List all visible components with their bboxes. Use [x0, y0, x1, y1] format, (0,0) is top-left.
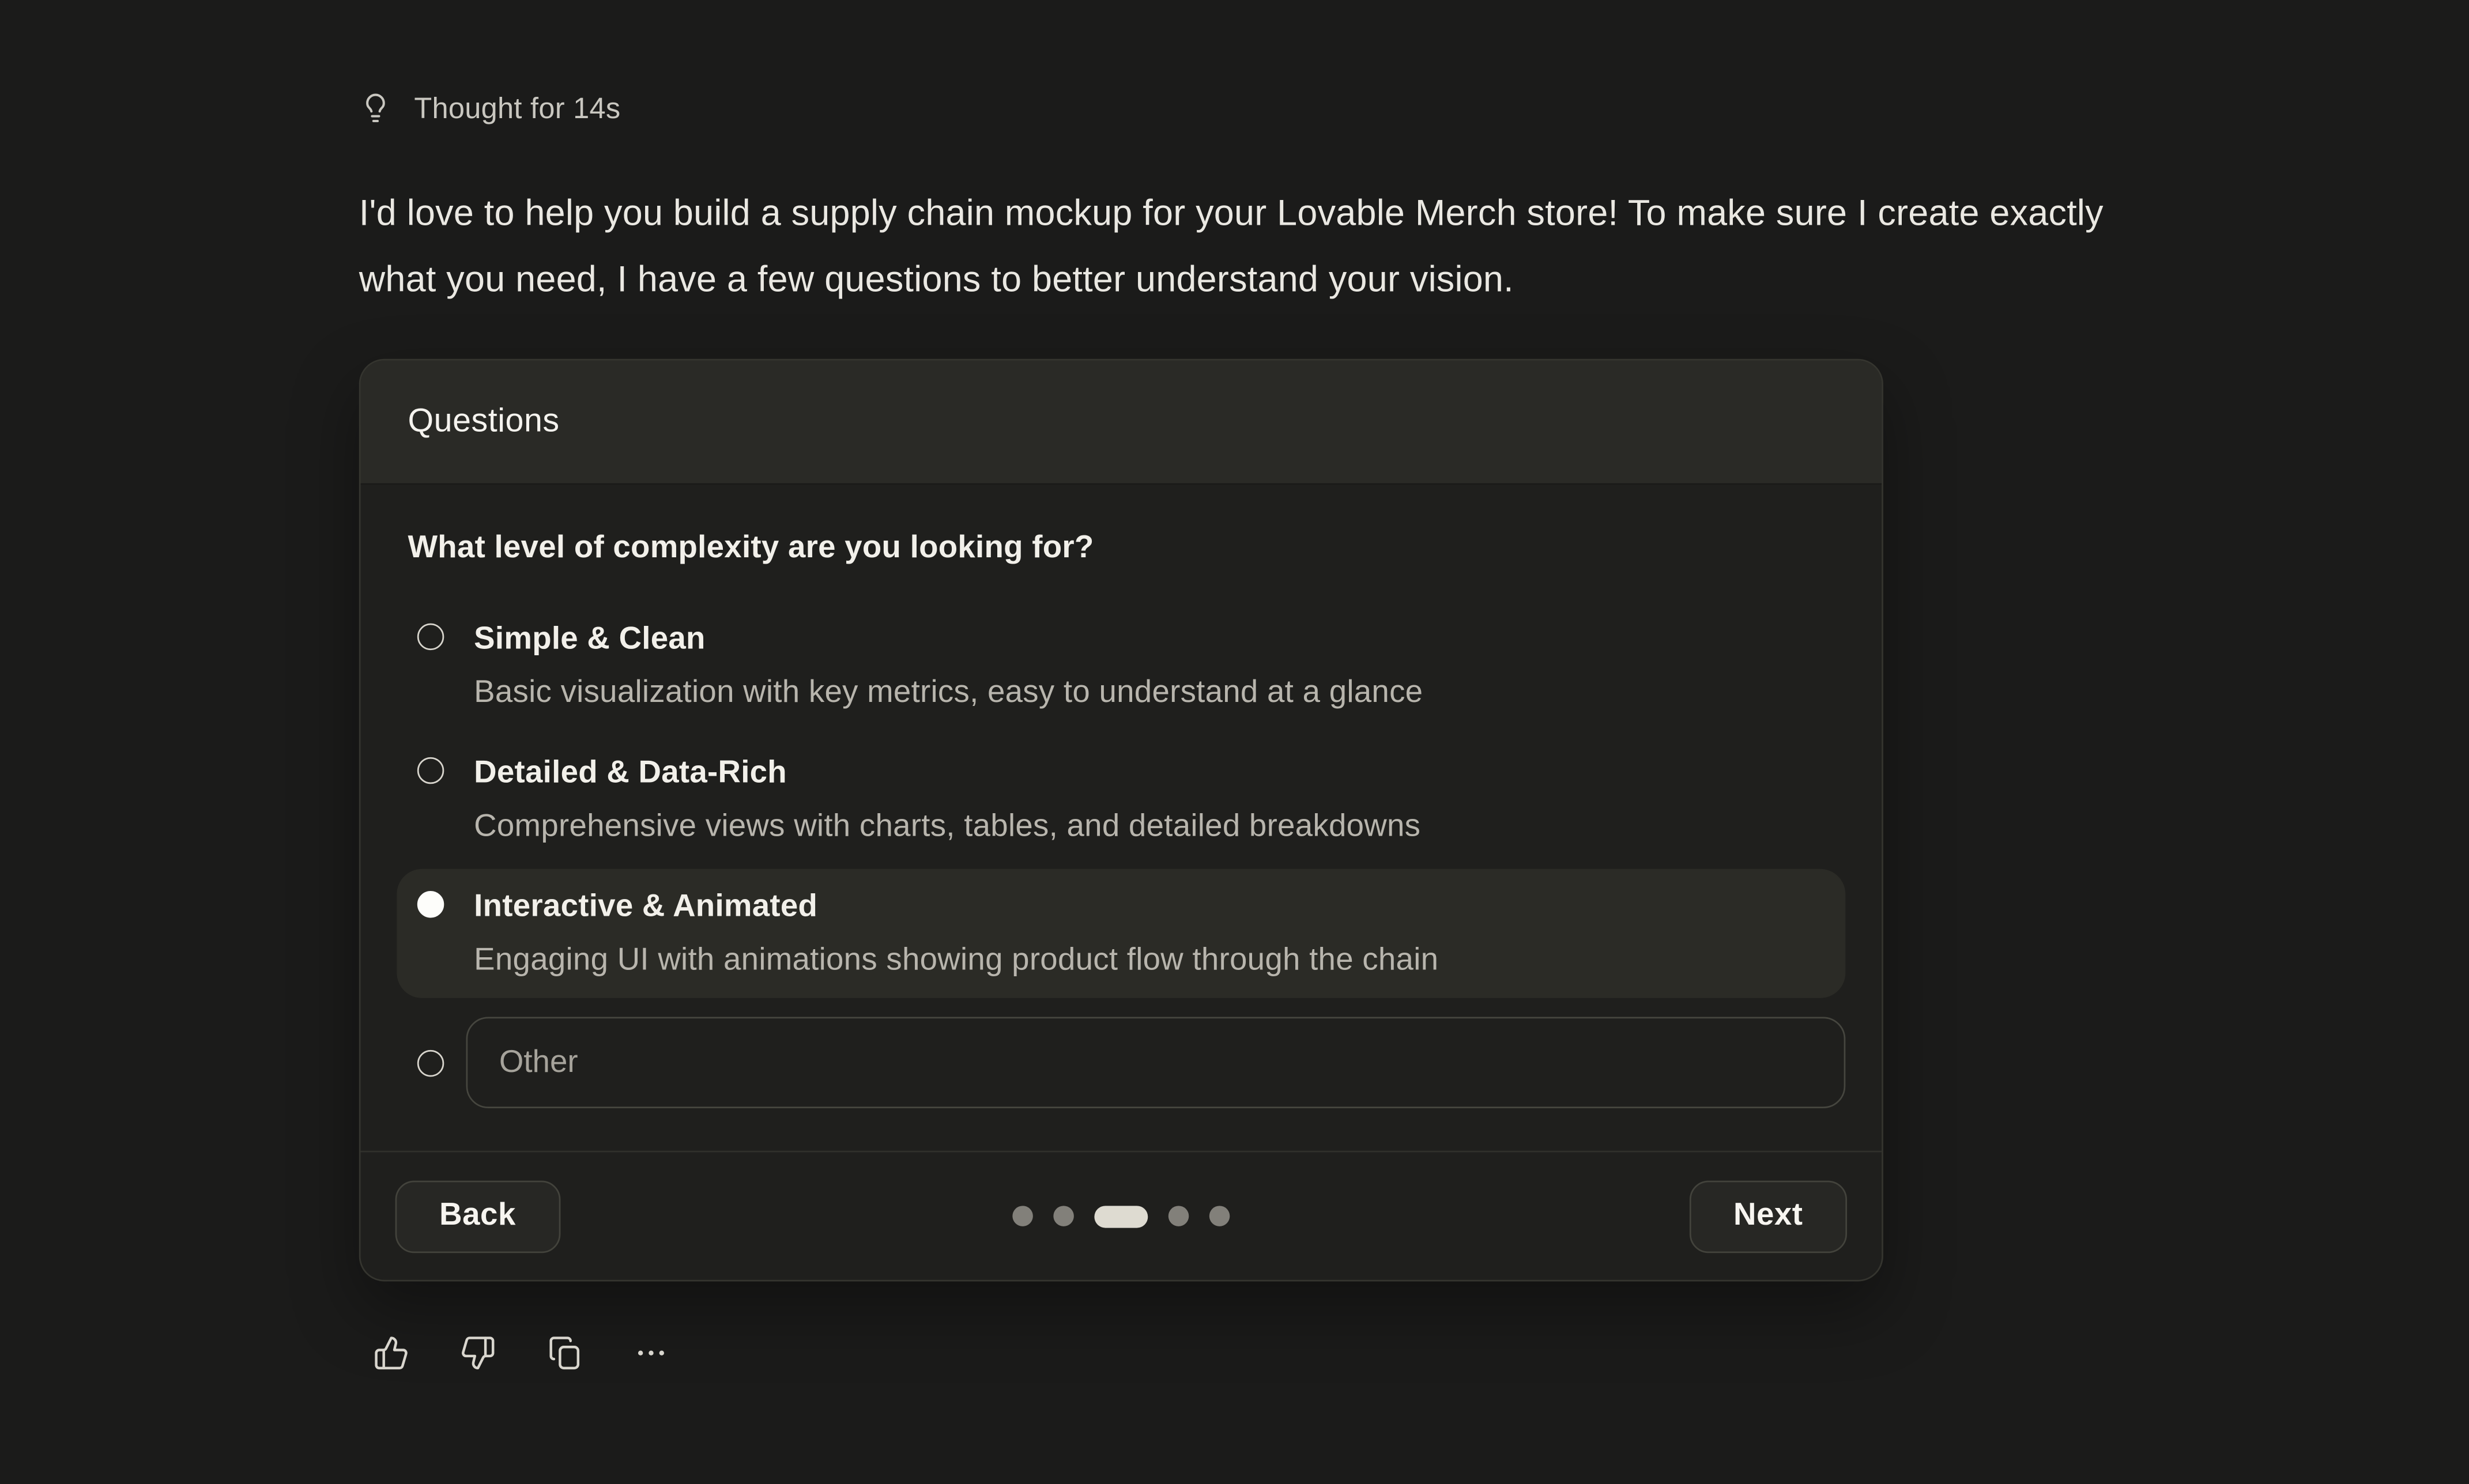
assistant-message: Thought for 14s I'd love to help you bui… [359, 82, 2217, 1371]
option-description: Comprehensive views with charts, tables,… [474, 800, 1420, 854]
assistant-paragraph: I'd love to help you build a supply chai… [359, 179, 2186, 311]
more-options-icon [633, 1335, 669, 1371]
copy-button[interactable] [546, 1335, 583, 1371]
option-label: Simple & Clean [474, 613, 1423, 666]
thumbs-down-button[interactable] [460, 1335, 496, 1371]
options-list: Simple & Clean Basic visualization with … [408, 601, 1834, 1108]
next-button[interactable]: Next [1689, 1180, 1847, 1252]
option-simple-clean[interactable]: Simple & Clean Basic visualization with … [397, 601, 1845, 730]
thumbs-up-button[interactable] [373, 1335, 409, 1371]
questions-card: Questions What level of complexity are y… [359, 359, 1883, 1282]
radio-checked-icon[interactable] [417, 891, 444, 917]
back-button[interactable]: Back [395, 1180, 560, 1252]
chat-message-area: Thought for 14s I'd love to help you bui… [0, 0, 2469, 1484]
questions-card-body: What level of complexity are you looking… [361, 485, 1882, 1150]
questions-card-footer: Back Next [361, 1151, 1882, 1280]
progress-dot [1012, 1206, 1033, 1226]
more-options-button[interactable] [633, 1335, 669, 1371]
progress-dot [1053, 1206, 1074, 1226]
thumbs-up-icon [373, 1335, 409, 1371]
other-input[interactable] [466, 1017, 1846, 1108]
copy-icon [546, 1335, 583, 1371]
lightbulb-icon [359, 88, 392, 129]
option-label: Detailed & Data-Rich [474, 746, 1420, 800]
question-text: What level of complexity are you looking… [408, 531, 1834, 567]
option-detailed-data-rich[interactable]: Detailed & Data-Rich Comprehensive views… [397, 735, 1845, 864]
option-label: Interactive & Animated [474, 880, 1438, 934]
option-description: Engaging UI with animations showing prod… [474, 934, 1438, 987]
option-other [397, 1017, 1845, 1108]
thumbs-down-icon [460, 1335, 496, 1371]
thought-summary[interactable]: Thought for 14s [359, 82, 2217, 135]
progress-dot-active [1094, 1205, 1148, 1227]
progress-dot [1209, 1206, 1230, 1226]
option-description: Basic visualization with key metrics, ea… [474, 666, 1423, 719]
thought-duration-label: Thought for 14s [414, 91, 620, 126]
message-actions [373, 1335, 2217, 1371]
radio-unchecked-icon[interactable] [417, 1049, 444, 1076]
radio-unchecked-icon[interactable] [417, 757, 444, 784]
card-title: Questions [408, 403, 559, 441]
progress-dots [1012, 1205, 1230, 1227]
questions-card-header: Questions [361, 361, 1882, 485]
option-interactive-animated[interactable]: Interactive & Animated Engaging UI with … [397, 869, 1845, 998]
radio-unchecked-icon[interactable] [417, 624, 444, 650]
progress-dot [1168, 1206, 1189, 1226]
